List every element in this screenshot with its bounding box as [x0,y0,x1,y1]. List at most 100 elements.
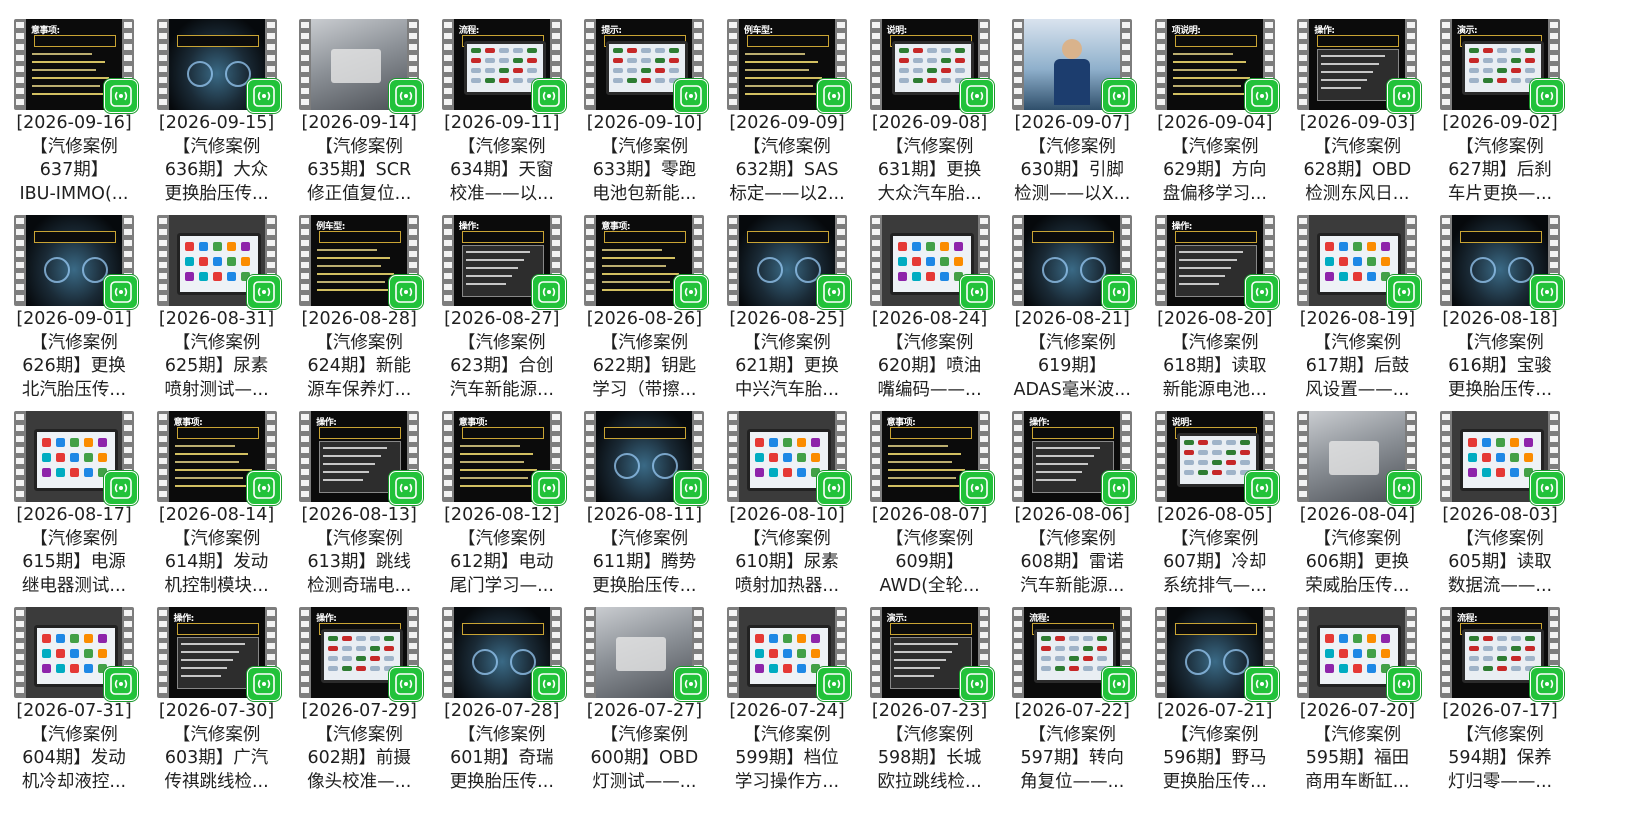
video-thumbnail[interactable] [14,411,138,505]
video-thumbnail[interactable] [1012,19,1137,113]
video-caption[interactable]: [2026-08-20] 【汽修案例 618期】读取 新能源电池... [1141,308,1289,402]
video-caption[interactable]: [2026-08-27] 【汽修案例 623期】合创 汽车新能源... [428,308,576,402]
video-item[interactable]: [2026-09-07] 【汽修案例 630期】引脚 检测——以X... [998,0,1146,204]
video-thumbnail[interactable]: 说明: [869,19,994,113]
video-item[interactable]: 提示: [2026-09-10] 【汽修案例 633期】零跑 电池包新能... [570,0,718,204]
video-item[interactable]: 操作: [2026-08-18] 【汽修案例 616期】宝骏 更换胎压传... [1426,196,1574,400]
video-caption[interactable]: [2026-09-07] 【汽修案例 630期】引脚 检测——以X... [998,112,1146,206]
video-thumbnail[interactable]: 操作: [299,411,424,505]
video-caption[interactable]: [2026-09-15] 【汽修案例 636期】大众 更换胎压传... [143,112,291,206]
video-thumbnail[interactable]: 意事项: [14,19,138,113]
video-thumbnail[interactable]: 意事项: [441,411,566,505]
video-item[interactable]: 演示: [2026-09-02] 【汽修案例 627期】后刹 车片更换—... [1426,0,1574,204]
video-caption[interactable]: [2026-08-25] 【汽修案例 621期】更换 中兴汽车胎... [713,308,861,402]
video-caption[interactable]: [2026-09-02] 【汽修案例 627期】后刹 车片更换—... [1426,112,1574,206]
video-caption[interactable]: [2026-07-22] 【汽修案例 597期】转向 角复位——... [998,700,1146,794]
video-caption[interactable]: [2026-07-27] 【汽修案例 600期】OBD 灯测试——... [570,700,718,794]
video-caption[interactable]: [2026-07-31] 【汽修案例 604期】发动 机冷却液控... [0,700,148,794]
video-caption[interactable]: [2026-09-16] 【汽修案例 637期】 IBU-IMMO(... [0,112,148,206]
video-thumbnail[interactable]: 提示: [584,19,709,113]
video-item[interactable]: 意事项: [2026-08-14] 【汽修案例 614期】发动 机控制模块... [143,392,291,596]
video-item[interactable]: 演示: [2026-07-23] 【汽修案例 598期】长城 欧拉跳线检... [856,588,1004,792]
video-item[interactable]: 操作: [2026-08-06] 【汽修案例 608期】雷诺 汽车新能源... [998,392,1146,596]
video-thumbnail[interactable]: 说明: [1154,607,1279,701]
video-item[interactable]: 演示: [2026-07-24] 【汽修案例 599期】档位 学习操作方... [713,588,861,792]
video-thumbnail[interactable]: 操作: [727,215,851,309]
video-caption[interactable]: [2026-09-08] 【汽修案例 631期】更换 大众汽车胎... [856,112,1004,206]
video-item[interactable]: 操作: [2026-08-25] 【汽修案例 621期】更换 中兴汽车胎... [713,196,861,400]
video-thumbnail[interactable]: 流程: [14,607,138,701]
video-thumbnail[interactable]: 流程: [1440,607,1564,701]
video-item[interactable]: 操作: [2026-08-04] 【汽修案例 606期】更换 荣威胎压传... [1283,392,1431,596]
video-item[interactable]: 流程: [2026-09-11] 【汽修案例 634期】天窗 校准——以... [428,0,576,204]
video-caption[interactable]: [2026-08-24] 【汽修案例 620期】喷油 嘴编码——... [856,308,1004,402]
video-item[interactable]: 说明: [2026-09-01] 【汽修案例 626期】更换 北汽胎压传... [0,196,148,400]
video-item[interactable]: 提示: [2026-07-28] 【汽修案例 601期】奇瑞 更换胎压传... [428,588,576,792]
video-item[interactable]: 项说明: [2026-09-04] 【汽修案例 629期】方向 盘偏移学习... [1141,0,1289,204]
video-thumbnail[interactable]: 操作: [1154,215,1279,309]
video-thumbnail[interactable]: 操作: [156,607,281,701]
video-item[interactable]: 操作: [2026-09-03] 【汽修案例 628期】OBD 检测东风日... [1283,0,1431,204]
video-thumbnail[interactable] [727,411,851,505]
video-thumbnail[interactable]: 操作: [1440,411,1564,505]
video-item[interactable]: 操作: [2026-09-15] 【汽修案例 636期】大众 更换胎压传... [143,0,291,204]
video-caption[interactable]: [2026-09-03] 【汽修案例 628期】OBD 检测东风日... [1283,112,1431,206]
video-item[interactable]: 例车型: [2026-09-09] 【汽修案例 632期】SAS 标定——以2.… [713,0,861,204]
video-item[interactable]: 操作: [2026-08-20] 【汽修案例 618期】读取 新能源电池... [1141,196,1289,400]
video-caption[interactable]: [2026-08-18] 【汽修案例 616期】宝骏 更换胎压传... [1426,308,1574,402]
video-caption[interactable]: [2026-08-26] 【汽修案例 622期】钥匙 学习（带擦... [570,308,718,402]
video-thumbnail[interactable]: 项说明: [1012,215,1137,309]
video-caption[interactable]: [2026-07-24] 【汽修案例 599期】档位 学习操作方... [713,700,861,794]
video-item[interactable]: 意事项: [2026-09-16] 【汽修案例 637期】 IBU-IMMO(.… [0,0,148,204]
video-caption[interactable]: [2026-07-28] 【汽修案例 601期】奇瑞 更换胎压传... [428,700,576,794]
video-thumbnail[interactable]: 操作: [1440,215,1564,309]
video-caption[interactable]: [2026-08-10] 【汽修案例 610期】尿素 喷射加热器... [713,504,861,598]
video-caption[interactable]: [2026-07-29] 【汽修案例 602期】前摄 像头校准—... [285,700,433,794]
video-caption[interactable]: [2026-08-19] 【汽修案例 617期】后鼓 风设置——... [1283,308,1431,402]
video-thumbnail[interactable]: 例车型: [727,19,851,113]
video-thumbnail[interactable]: 操作: [441,215,566,309]
video-thumbnail[interactable]: 操作: [584,607,709,701]
video-thumbnail[interactable]: 提示: [441,607,566,701]
video-item[interactable]: 项说明: [2026-08-21] 【汽修案例 619期】 ADAS毫米波... [998,196,1146,400]
video-item[interactable]: 流程: [2026-07-22] 【汽修案例 597期】转向 角复位——... [998,588,1146,792]
video-thumbnail[interactable]: 说明: [1154,411,1279,505]
video-item[interactable]: 说明: [2026-08-11] 【汽修案例 611期】腾势 更换胎压传... [570,392,718,596]
video-thumbnail[interactable]: 操作: [1012,411,1137,505]
video-caption[interactable]: [2026-08-05] 【汽修案例 607期】冷却 系统排气—... [1141,504,1289,598]
video-caption[interactable]: [2026-08-12] 【汽修案例 612期】电动 尾门学习—... [428,504,576,598]
video-thumbnail[interactable] [1297,607,1422,701]
video-item[interactable]: [2026-08-31] 【汽修案例 625期】尿素 喷射测试—... [143,196,291,400]
video-thumbnail[interactable]: 意事项: [869,411,994,505]
video-item[interactable]: 流程: [2026-08-19] 【汽修案例 617期】后鼓 风设置——... [1283,196,1431,400]
video-thumbnail[interactable] [156,215,281,309]
video-thumbnail[interactable]: 操作: [299,607,424,701]
video-caption[interactable]: [2026-09-01] 【汽修案例 626期】更换 北汽胎压传... [0,308,148,402]
video-thumbnail[interactable]: 说明: [584,411,709,505]
video-caption[interactable]: [2026-07-20] 【汽修案例 595期】福田 商用车断缸... [1283,700,1431,794]
video-item[interactable]: 操作: [2026-07-29] 【汽修案例 602期】前摄 像头校准—... [285,588,433,792]
video-caption[interactable]: [2026-08-04] 【汽修案例 606期】更换 荣威胎压传... [1283,504,1431,598]
video-item[interactable]: [2026-07-20] 【汽修案例 595期】福田 商用车断缸... [1283,588,1431,792]
video-caption[interactable]: [2026-09-09] 【汽修案例 632期】SAS 标定——以2... [713,112,861,206]
video-thumbnail[interactable]: 操作: [1297,19,1422,113]
video-item[interactable]: [2026-09-14] 【汽修案例 635期】SCR 修正值复位... [285,0,433,204]
video-thumbnail[interactable]: 流程: [1297,215,1422,309]
video-item[interactable]: 例车型: [2026-08-28] 【汽修案例 624期】新能 源车保养灯... [285,196,433,400]
video-item[interactable]: 意事项: [2026-08-12] 【汽修案例 612期】电动 尾门学习—... [428,392,576,596]
video-caption[interactable]: [2026-07-21] 【汽修案例 596期】野马 更换胎压传... [1141,700,1289,794]
video-caption[interactable]: [2026-09-10] 【汽修案例 633期】零跑 电池包新能... [570,112,718,206]
video-caption[interactable]: [2026-08-14] 【汽修案例 614期】发动 机控制模块... [143,504,291,598]
video-item[interactable]: 流程: [2026-07-17] 【汽修案例 594期】保养 灯归零——... [1426,588,1574,792]
video-item[interactable]: 操作: [2026-08-27] 【汽修案例 623期】合创 汽车新能源... [428,196,576,400]
video-thumbnail[interactable]: 流程: [1012,607,1137,701]
video-item[interactable]: 操作: [2026-08-13] 【汽修案例 613期】跳线 检测奇瑞电... [285,392,433,596]
video-item[interactable]: 说明: [2026-07-21] 【汽修案例 596期】野马 更换胎压传... [1141,588,1289,792]
video-thumbnail[interactable]: 意事项: [156,411,281,505]
video-caption[interactable]: [2026-08-28] 【汽修案例 624期】新能 源车保养灯... [285,308,433,402]
video-item[interactable]: 流程: [2026-07-31] 【汽修案例 604期】发动 机冷却液控... [0,588,148,792]
video-item[interactable]: 操作: [2026-07-27] 【汽修案例 600期】OBD 灯测试——... [570,588,718,792]
video-thumbnail[interactable] [299,19,424,113]
video-caption[interactable]: [2026-08-13] 【汽修案例 613期】跳线 检测奇瑞电... [285,504,433,598]
video-caption[interactable]: [2026-08-07] 【汽修案例 609期】 AWD(全轮... [856,504,1004,598]
